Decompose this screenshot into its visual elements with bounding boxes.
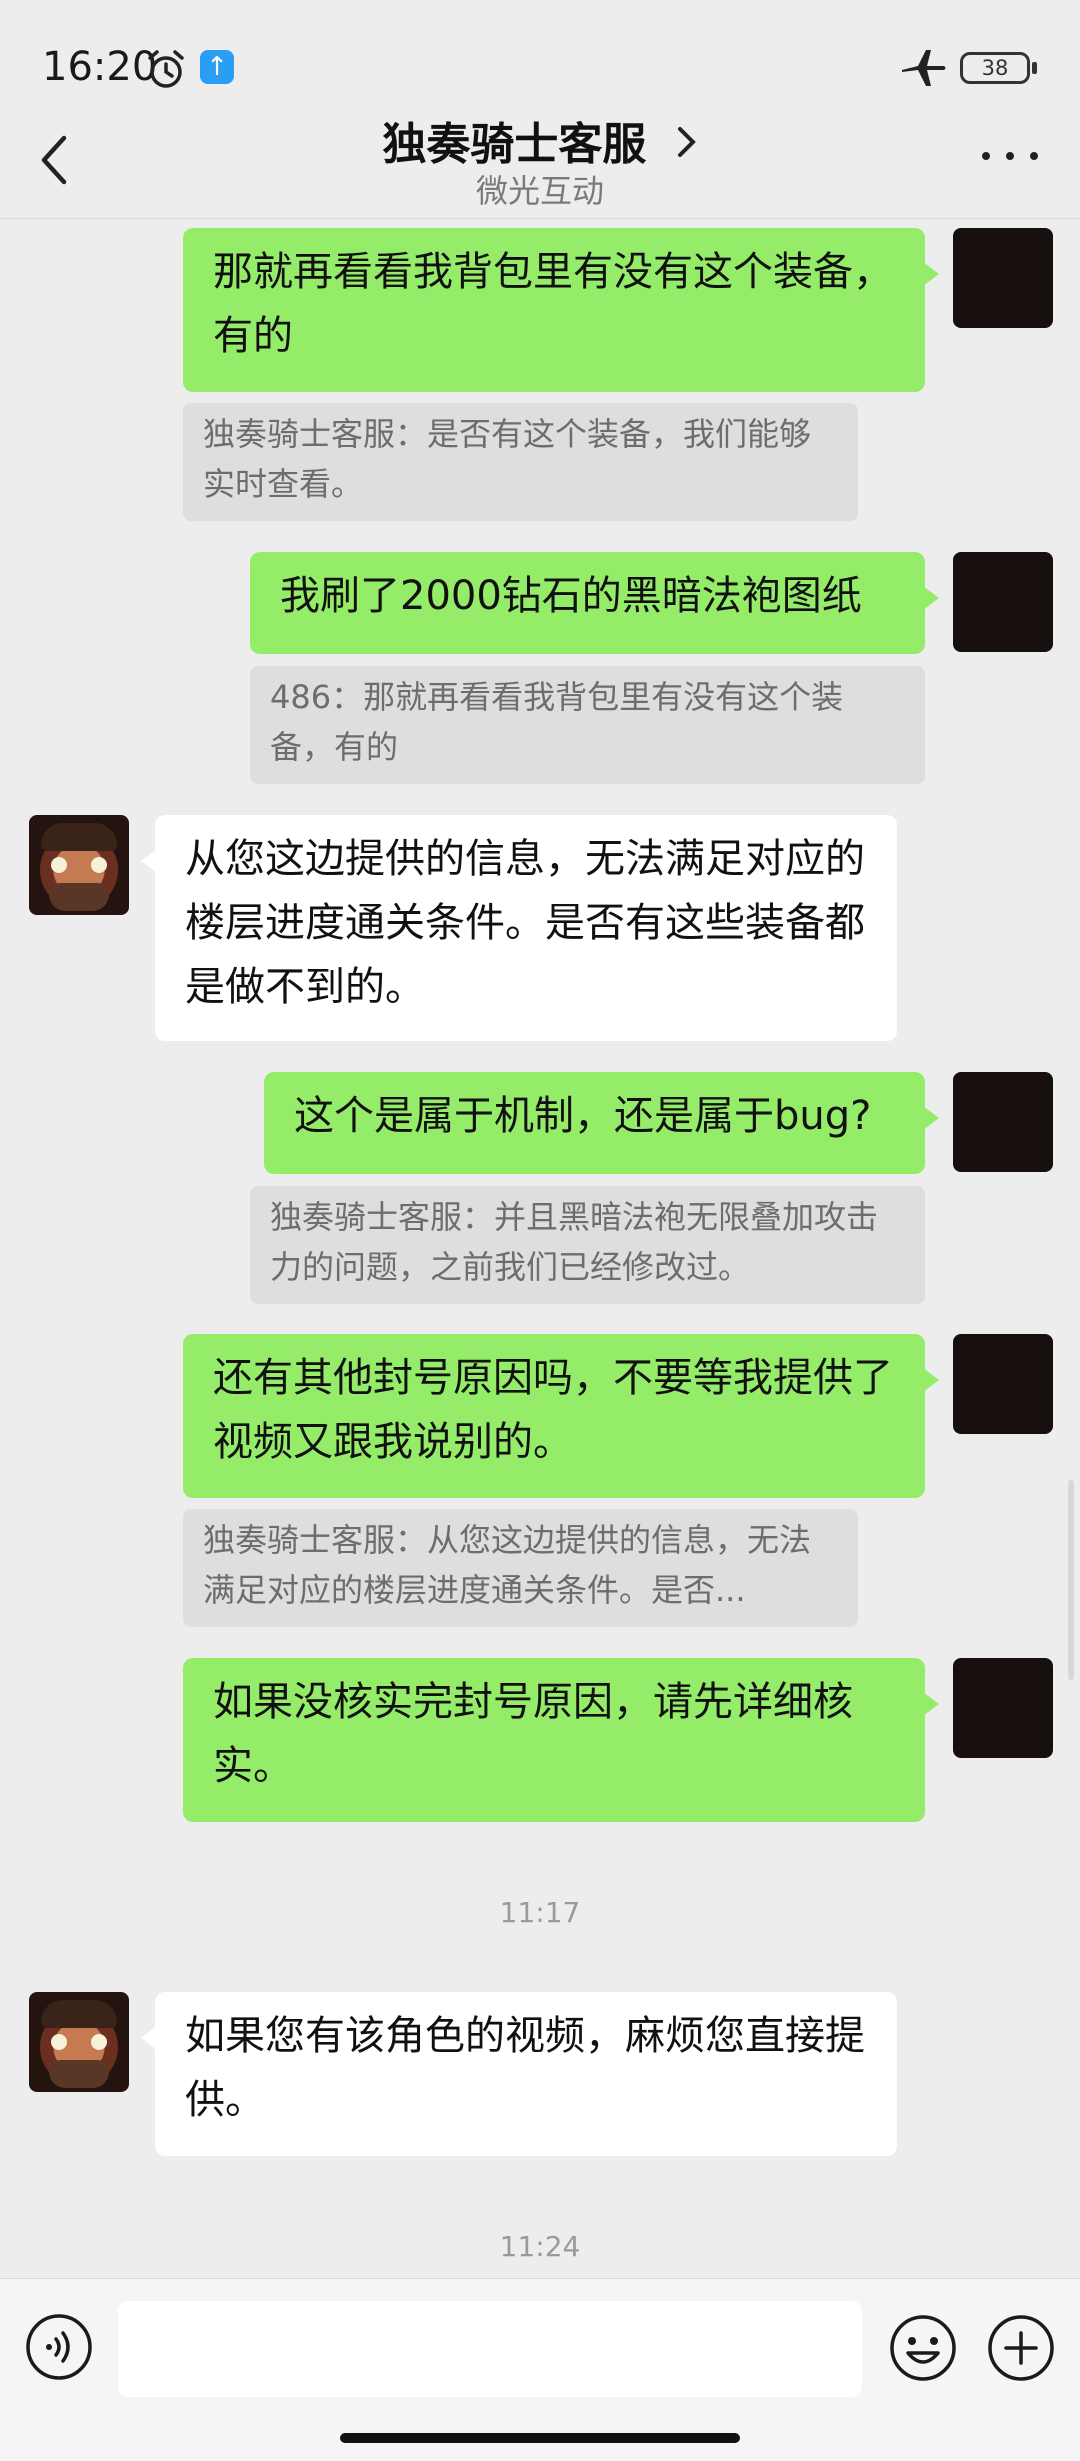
my-avatar[interactable] [953,1658,1053,1758]
my-avatar[interactable] [953,228,1053,328]
chevron-right-icon [676,119,698,170]
service-avatar[interactable] [29,1992,129,2092]
chat-title-text: 独奏骑士客服 [382,119,647,170]
service-message-bubble[interactable]: 从您这边提供的信息，无法满足对应的楼层进度通关条件。是否有这些装备都是做不到的。 [141,815,897,1041]
alarm-icon [148,50,184,88]
upload-icon: ↑ [200,50,234,84]
status-time: 16:20 [42,44,158,90]
voice-icon[interactable] [25,2313,93,2381]
timestamp: 11:24 [499,2230,581,2263]
my-message-bubble[interactable]: 还有其他封号原因吗，不要等我提供了视频又跟我说别的。 [183,1334,939,1498]
service-avatar[interactable] [29,815,129,915]
chat-title[interactable]: 独奏骑士客服 [0,108,1080,172]
timestamp: 11:17 [499,1896,581,1929]
scrollbar[interactable] [1068,1480,1074,1680]
more-dots-icon[interactable] [982,146,1038,166]
my-avatar[interactable] [953,552,1053,652]
quoted-message[interactable]: 486：那就再看看我背包里有没有这个装备，有的 [250,666,925,784]
chat-subtitle: 微光互动 [475,172,604,210]
my-message-bubble[interactable]: 我刷了2000钻石的黑暗法袍图纸 [250,552,939,654]
service-message-bubble[interactable]: 如果您有该角色的视频，麻烦您直接提供。 [141,1992,897,2156]
quoted-message[interactable]: 独奏骑士客服：是否有这个装备，我们能够实时查看。 [183,403,858,521]
my-message-bubble[interactable]: 如果没核实完封号原因，请先详细核实。 [183,1658,939,1822]
emoji-icon[interactable] [888,2313,958,2383]
battery-icon: 38 [960,52,1030,84]
my-avatar[interactable] [953,1072,1053,1172]
message-input[interactable] [118,2301,862,2397]
my-message-bubble[interactable]: 那就再看看我背包里有没有这个装备，有的 [183,228,939,392]
input-bar [0,2278,1080,2461]
airplane-icon [902,50,946,86]
quoted-message[interactable]: 独奏骑士客服：并且黑暗法袍无限叠加攻击力的问题，之前我们已经修改过。 [250,1186,925,1304]
my-message-bubble[interactable]: 这个是属于机制，还是属于bug? [264,1072,939,1174]
chat-header: 独奏骑士客服 微光互动 [0,100,1080,219]
quoted-message[interactable]: 独奏骑士客服：从您这边提供的信息，无法满足对应的楼层进度通关条件。是否... [183,1509,858,1627]
battery-tip [1032,62,1037,74]
plus-icon[interactable] [986,2313,1056,2383]
my-avatar[interactable] [953,1334,1053,1434]
home-indicator[interactable] [340,2433,740,2443]
